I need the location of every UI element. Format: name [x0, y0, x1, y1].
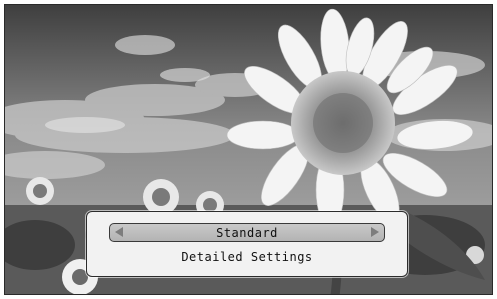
tv-screen: Standard Detailed Settings — [4, 4, 493, 295]
mode-value: Standard — [216, 225, 278, 240]
arrow-right-icon[interactable] — [371, 227, 379, 237]
arrow-left-icon[interactable] — [115, 227, 123, 237]
detailed-settings-item[interactable]: Detailed Settings — [87, 250, 407, 264]
settings-menu: Standard Detailed Settings — [86, 211, 408, 277]
mode-selector[interactable]: Standard — [109, 223, 385, 242]
